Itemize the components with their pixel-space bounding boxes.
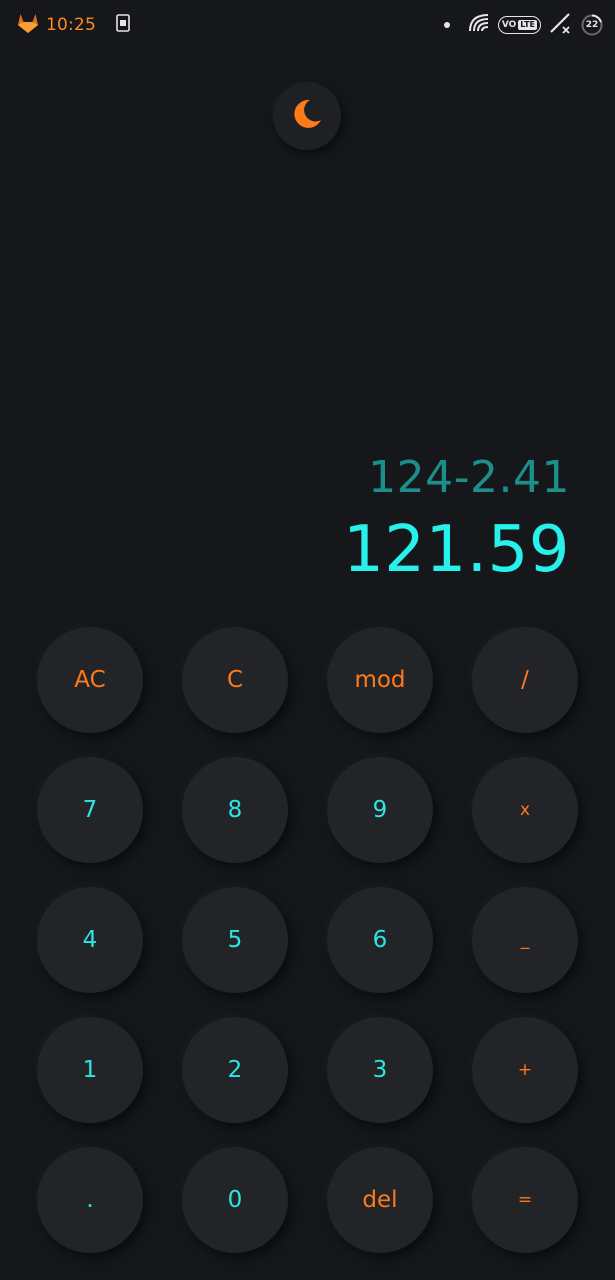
volte-lte-label: LTE <box>518 20 537 30</box>
key-row-4: 1 2 3 + <box>37 1017 579 1123</box>
digit-1-button[interactable]: 1 <box>37 1017 143 1123</box>
wifi-signal-icon <box>468 13 490 37</box>
equals-button[interactable]: = <box>472 1147 578 1253</box>
key-row-1: AC C mod / <box>37 627 579 733</box>
status-left: 10:25 <box>16 12 130 38</box>
moon-icon <box>291 98 323 134</box>
expression-text: 124-2.41 <box>368 452 570 503</box>
clear-button[interactable]: C <box>182 627 288 733</box>
delete-button[interactable]: del <box>327 1147 433 1253</box>
volte-icon: VO LTE <box>497 16 541 34</box>
status-bar: 10:25 VO LTE 22 <box>0 0 615 50</box>
cellular-no-signal-icon <box>549 12 573 38</box>
decimal-point-button[interactable]: . <box>37 1147 143 1253</box>
key-row-3: 4 5 6 _ <box>37 887 579 993</box>
calculator-screen: 10:25 VO LTE 22 124-2.41 121.59 AC C mod… <box>0 0 615 1280</box>
divide-button[interactable]: / <box>472 627 578 733</box>
digit-4-button[interactable]: 4 <box>37 887 143 993</box>
battery-circle-icon: 22 <box>581 14 603 36</box>
digit-5-button[interactable]: 5 <box>182 887 288 993</box>
notification-dot-icon <box>443 22 450 28</box>
keypad: AC C mod / 7 8 9 x 4 5 6 _ 1 2 3 + . 0 d… <box>37 627 579 1277</box>
subtract-button[interactable]: _ <box>472 887 578 993</box>
gitlab-fox-icon <box>16 12 40 38</box>
battery-level: 22 <box>585 20 599 30</box>
mod-button[interactable]: mod <box>327 627 433 733</box>
digit-2-button[interactable]: 2 <box>182 1017 288 1123</box>
add-button[interactable]: + <box>472 1017 578 1123</box>
digit-7-button[interactable]: 7 <box>37 757 143 863</box>
digit-6-button[interactable]: 6 <box>327 887 433 993</box>
sim-card-icon <box>116 14 130 36</box>
theme-toggle-button[interactable] <box>273 82 341 150</box>
multiply-button[interactable]: x <box>472 757 578 863</box>
key-row-2: 7 8 9 x <box>37 757 579 863</box>
volte-vo-label: VO <box>501 20 517 30</box>
digit-8-button[interactable]: 8 <box>182 757 288 863</box>
digit-9-button[interactable]: 9 <box>327 757 433 863</box>
status-right: VO LTE 22 <box>443 12 603 38</box>
digit-3-button[interactable]: 3 <box>327 1017 433 1123</box>
calculator-display: 124-2.41 121.59 <box>343 448 570 590</box>
digit-0-button[interactable]: 0 <box>182 1147 288 1253</box>
status-time: 10:25 <box>46 15 96 35</box>
all-clear-button[interactable]: AC <box>37 627 143 733</box>
result-text: 121.59 <box>343 513 570 587</box>
key-row-5: . 0 del = <box>37 1147 579 1253</box>
